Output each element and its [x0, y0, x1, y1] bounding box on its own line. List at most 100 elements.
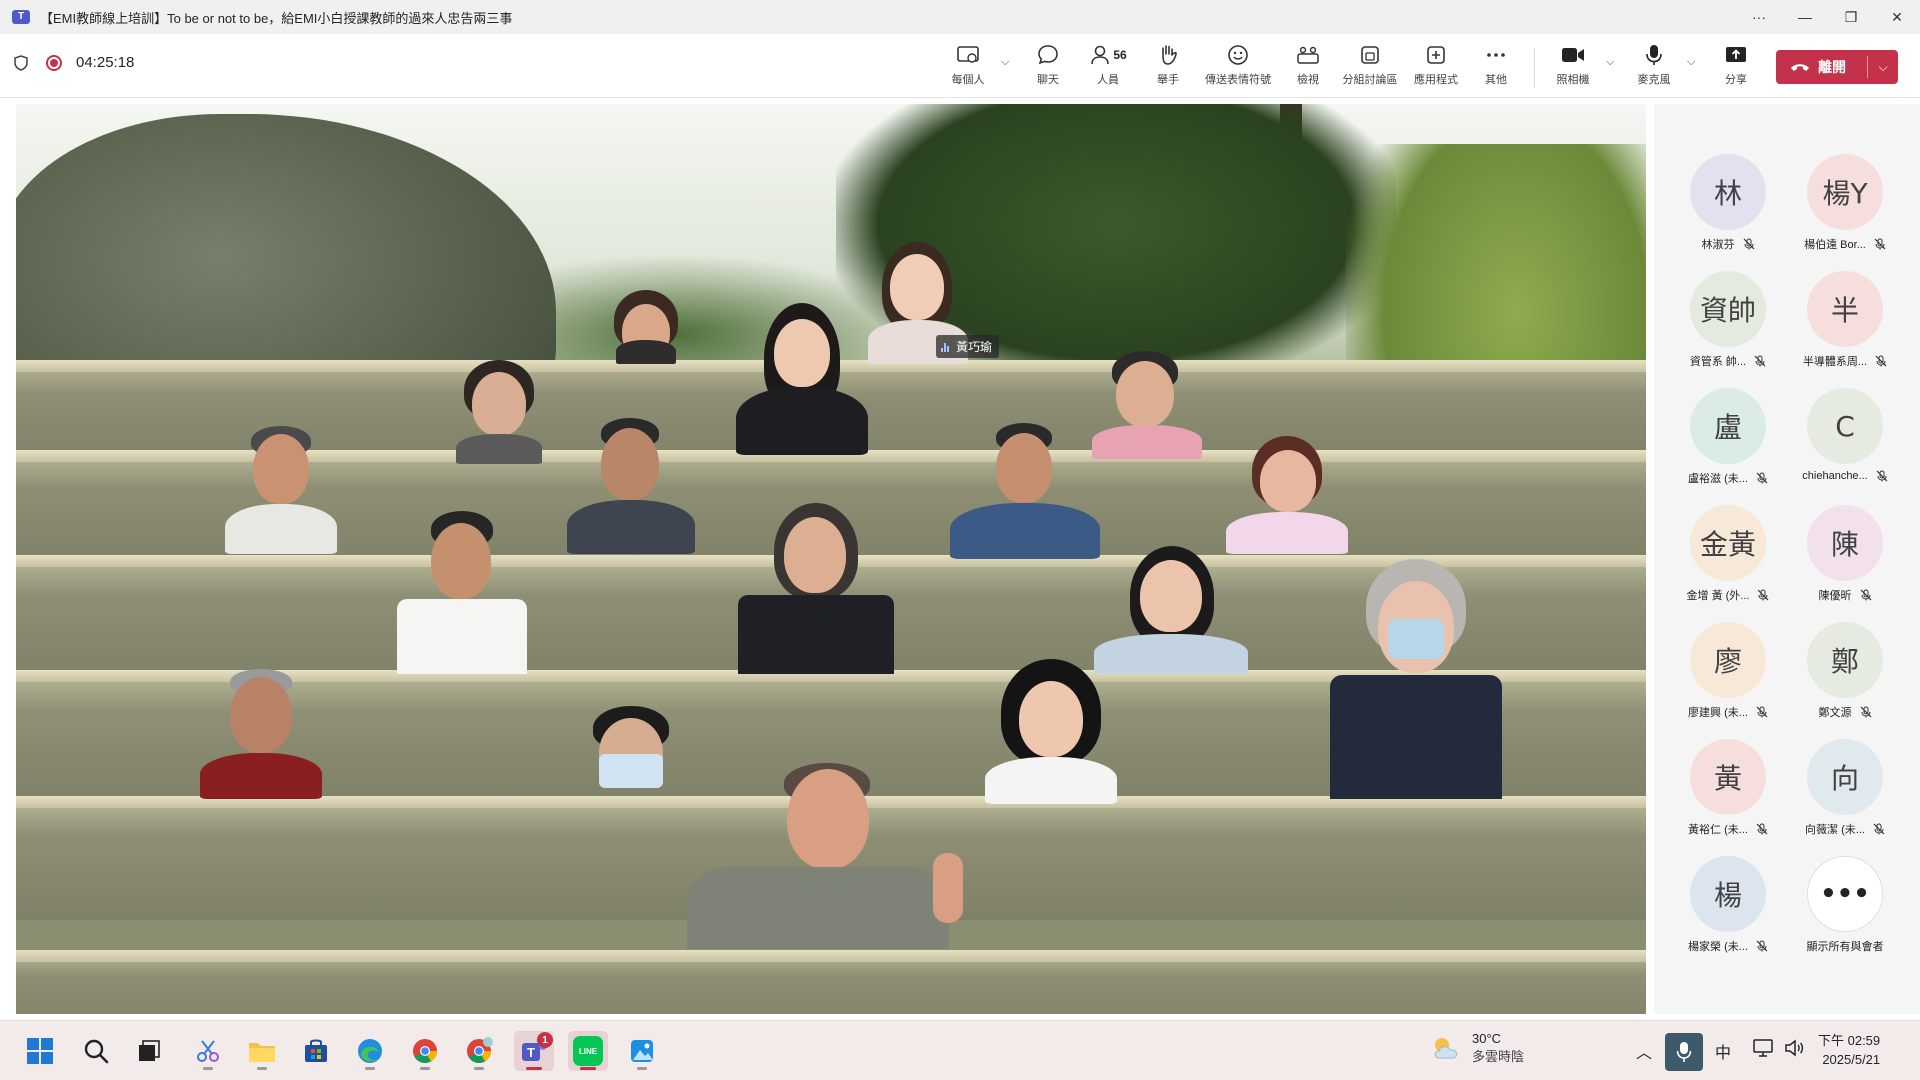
show-all-participants-button[interactable]: ••• 顯示所有與會者	[1787, 856, 1903, 968]
chat-button[interactable]: 聊天	[1018, 42, 1078, 87]
participant-tile[interactable]: 黃 黃裕仁 (未...	[1670, 739, 1786, 851]
avatar: 鄭	[1807, 622, 1883, 698]
participant-tile[interactable]: 廖 廖建興 (未...	[1670, 622, 1786, 734]
participant-video[interactable]	[1326, 559, 1506, 799]
volume-button[interactable]	[1783, 1037, 1805, 1064]
view-options-chevron-icon[interactable]: ⌵	[1001, 56, 1009, 69]
start-button[interactable]	[20, 1031, 60, 1071]
search-button[interactable]	[76, 1031, 116, 1071]
participant-tile[interactable]: 金黃 金增 黃 (外...	[1670, 505, 1786, 617]
avatar: 盧	[1690, 388, 1766, 464]
participant-name: 楊伯遠 Bor...	[1804, 239, 1866, 251]
restore-button[interactable]: ❐	[1828, 0, 1874, 34]
together-mode-stage: 黃巧瑜	[16, 104, 1646, 1014]
mic-label: 麥克風	[1637, 74, 1671, 86]
speaker-name-tag: 黃巧瑜	[936, 335, 1000, 358]
network-icon	[1753, 1039, 1773, 1057]
share-button[interactable]: 分享	[1706, 42, 1766, 87]
apps-button[interactable]: 應用程式	[1406, 42, 1466, 87]
participant-video[interactable]	[726, 299, 876, 459]
window-controls: ··· — ❐ ✕	[1736, 0, 1920, 34]
mic-muted-icon	[1743, 238, 1754, 250]
participant-tile[interactable]: 盧 盧裕滋 (未...	[1670, 388, 1786, 500]
participant-video[interactable]	[971, 659, 1131, 804]
raise-hand-button[interactable]: 舉手	[1138, 42, 1198, 87]
chrome-button[interactable]	[405, 1031, 445, 1071]
participant-tile[interactable]: 半 半導體系周...	[1787, 271, 1903, 383]
participant-tile[interactable]: 資帥 資管系 帥...	[1670, 271, 1786, 383]
avatar: C	[1807, 388, 1883, 464]
mic-options-chevron-icon[interactable]: ⌵	[1687, 56, 1695, 69]
edge-button[interactable]	[350, 1031, 390, 1071]
avatar: 楊Y	[1807, 154, 1883, 230]
participant-video[interactable]	[736, 499, 896, 674]
snipping-tool-button[interactable]	[188, 1031, 228, 1071]
leave-main[interactable]: 離開	[1776, 57, 1867, 77]
hang-up-icon	[1791, 64, 1809, 71]
participant-gallery: 林 林淑芬 楊Y 楊伯遠 Bor... 資帥 資管系 帥... 半 半導體系周.…	[1654, 104, 1920, 1014]
participant-video[interactable]	[681, 759, 981, 949]
view-button[interactable]: 檢視	[1278, 42, 1338, 87]
avatar: 資帥	[1690, 271, 1766, 347]
react-button[interactable]: 傳送表情符號	[1205, 42, 1271, 87]
network-status-button[interactable]	[1752, 1037, 1774, 1064]
show-hidden-icons-chevron-icon[interactable]: ︿	[1636, 1039, 1652, 1063]
minimize-button[interactable]: —	[1782, 0, 1828, 34]
leave-options-chevron-icon[interactable]: ⌵	[1868, 60, 1898, 75]
camera-button[interactable]: 照相機	[1543, 42, 1603, 87]
clock-time: 下午 02:59	[1818, 1033, 1881, 1048]
system-clock[interactable]: 下午 02:59 2025/5/21	[1818, 1031, 1880, 1069]
running-indicator	[637, 1067, 647, 1070]
people-button[interactable]: 56 人員	[1078, 42, 1138, 87]
participant-tile[interactable]: 陳 陳優昕	[1787, 505, 1903, 617]
mic-button[interactable]: 麥克風	[1624, 42, 1684, 87]
task-view-button[interactable]	[129, 1031, 169, 1071]
breakout-rooms-button[interactable]: 分組討論區	[1340, 42, 1400, 87]
running-indicator	[203, 1067, 213, 1070]
weather-widget[interactable]: 30°C 多雲時陰	[1430, 1031, 1524, 1065]
mic-muted-icon	[1756, 823, 1768, 835]
participant-video[interactable]	[444, 354, 554, 464]
participant-name: 林淑芬	[1701, 239, 1735, 251]
chrome-profile-button[interactable]	[459, 1031, 499, 1071]
photos-icon	[631, 1040, 653, 1062]
view-label: 檢視	[1297, 74, 1319, 86]
view-everyone-button[interactable]: 每個人	[938, 42, 998, 87]
edge-browser-icon	[358, 1039, 382, 1063]
window-menu-button[interactable]: ···	[1736, 0, 1782, 34]
avatar: 向	[1807, 739, 1883, 815]
participant-tile[interactable]: 楊Y 楊伯遠 Bor...	[1787, 154, 1903, 266]
participant-tile[interactable]: 鄭 鄭文源	[1787, 622, 1903, 734]
recording-icon	[46, 54, 62, 71]
participant-tile[interactable]: 楊 楊家榮 (未...	[1670, 856, 1786, 968]
participant-video[interactable]	[391, 509, 531, 674]
participant-tile[interactable]: 林 林淑芬	[1670, 154, 1786, 266]
participant-video[interactable]	[596, 284, 696, 364]
leave-button[interactable]: 離開 ⌵	[1776, 50, 1898, 84]
participant-tile[interactable]: C chiehanche...	[1787, 388, 1903, 500]
participant-video[interactable]	[936, 419, 1106, 559]
view-everyone-label: 每個人	[951, 74, 985, 86]
store-button[interactable]	[296, 1031, 336, 1071]
camera-options-chevron-icon[interactable]: ⌵	[1606, 56, 1614, 69]
more-label: 其他	[1485, 74, 1507, 86]
line-button[interactable]: LINE	[568, 1031, 608, 1071]
amphitheater-ledge	[16, 950, 1646, 962]
participant-video[interactable]	[196, 669, 326, 799]
gallery-view-icon	[1297, 46, 1319, 64]
close-window-button[interactable]: ✕	[1874, 0, 1920, 34]
file-explorer-button[interactable]	[242, 1031, 282, 1071]
participant-video[interactable]	[221, 424, 341, 554]
mic-in-use-button[interactable]	[1665, 1033, 1703, 1071]
teams-button[interactable]: T 1	[514, 1031, 554, 1071]
participant-video[interactable]	[561, 414, 701, 554]
photos-button[interactable]	[622, 1031, 662, 1071]
participant-video[interactable]	[571, 704, 691, 804]
participant-video[interactable]	[1086, 544, 1256, 674]
show-all-label: 顯示所有與會者	[1806, 941, 1884, 953]
more-participants-icon: •••	[1807, 856, 1883, 932]
participant-tile[interactable]: 向 向薇潔 (未...	[1787, 739, 1903, 851]
participant-video[interactable]	[1216, 434, 1356, 554]
more-actions-button[interactable]: 其他	[1466, 42, 1526, 87]
input-method-indicator[interactable]: 中	[1715, 1039, 1731, 1063]
